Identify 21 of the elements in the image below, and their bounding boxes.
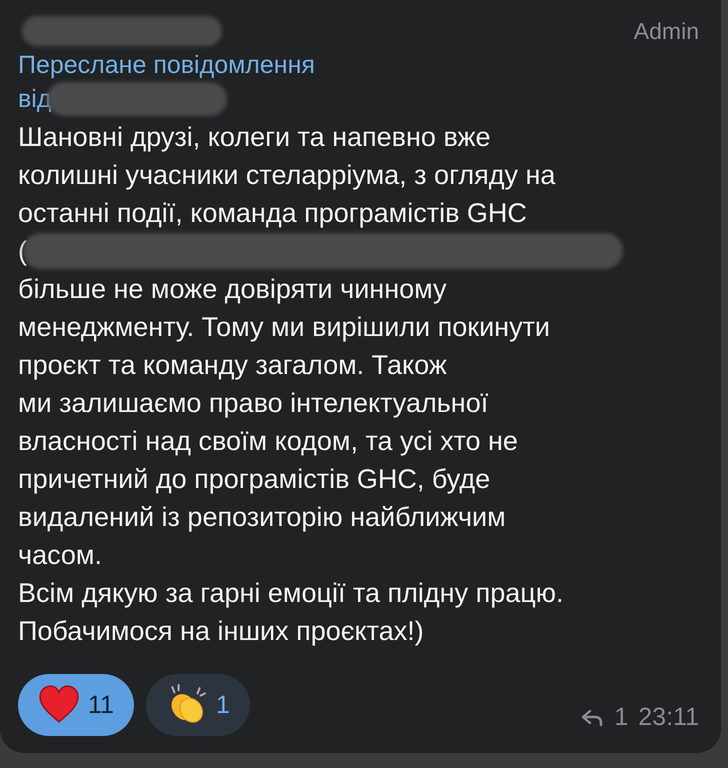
reaction-button[interactable]: 1 [146,674,250,736]
message-text-line: ( [18,236,27,266]
admin-label: Admin [634,18,699,44]
message-text-line: часом. [18,540,102,570]
message-text-line: власності над своїм кодом, та усі хто не [18,426,518,456]
reaction-button[interactable]: 11 [18,674,134,736]
reply-count: 1 [614,703,628,732]
message-text-line: більше не може довіряти чинному [18,274,446,304]
message-text-line: причетний до програмістів GHC, буде [18,464,490,494]
forwarded-label: Переслане повідомлення [18,50,316,81]
message-text-line: видалений із репозиторію найближчим [18,502,506,532]
message-text-line: Побачимося на інших проєктах!) [18,616,424,646]
message-text-line: останні події, команда програмістів GHC [18,198,527,228]
message-text-line: Всім дякую за гарні емоції та плідну працю. [18,578,564,608]
message-text-line: ми залишаємо право інтелектуальної [18,388,488,418]
message-text-line: менеджменту. Тому ми вирішили покинути [18,312,550,342]
forwarded-from-label: від [18,84,52,115]
message-text-line: Шановні друзі, колеги та напевно вже [18,122,491,152]
message-text-line: проєкт та команду загалом. Також [18,350,447,380]
message-time: 23:11 [638,703,699,732]
message-text-line: колишні учасники стеларріума, з огляду на [18,160,556,190]
